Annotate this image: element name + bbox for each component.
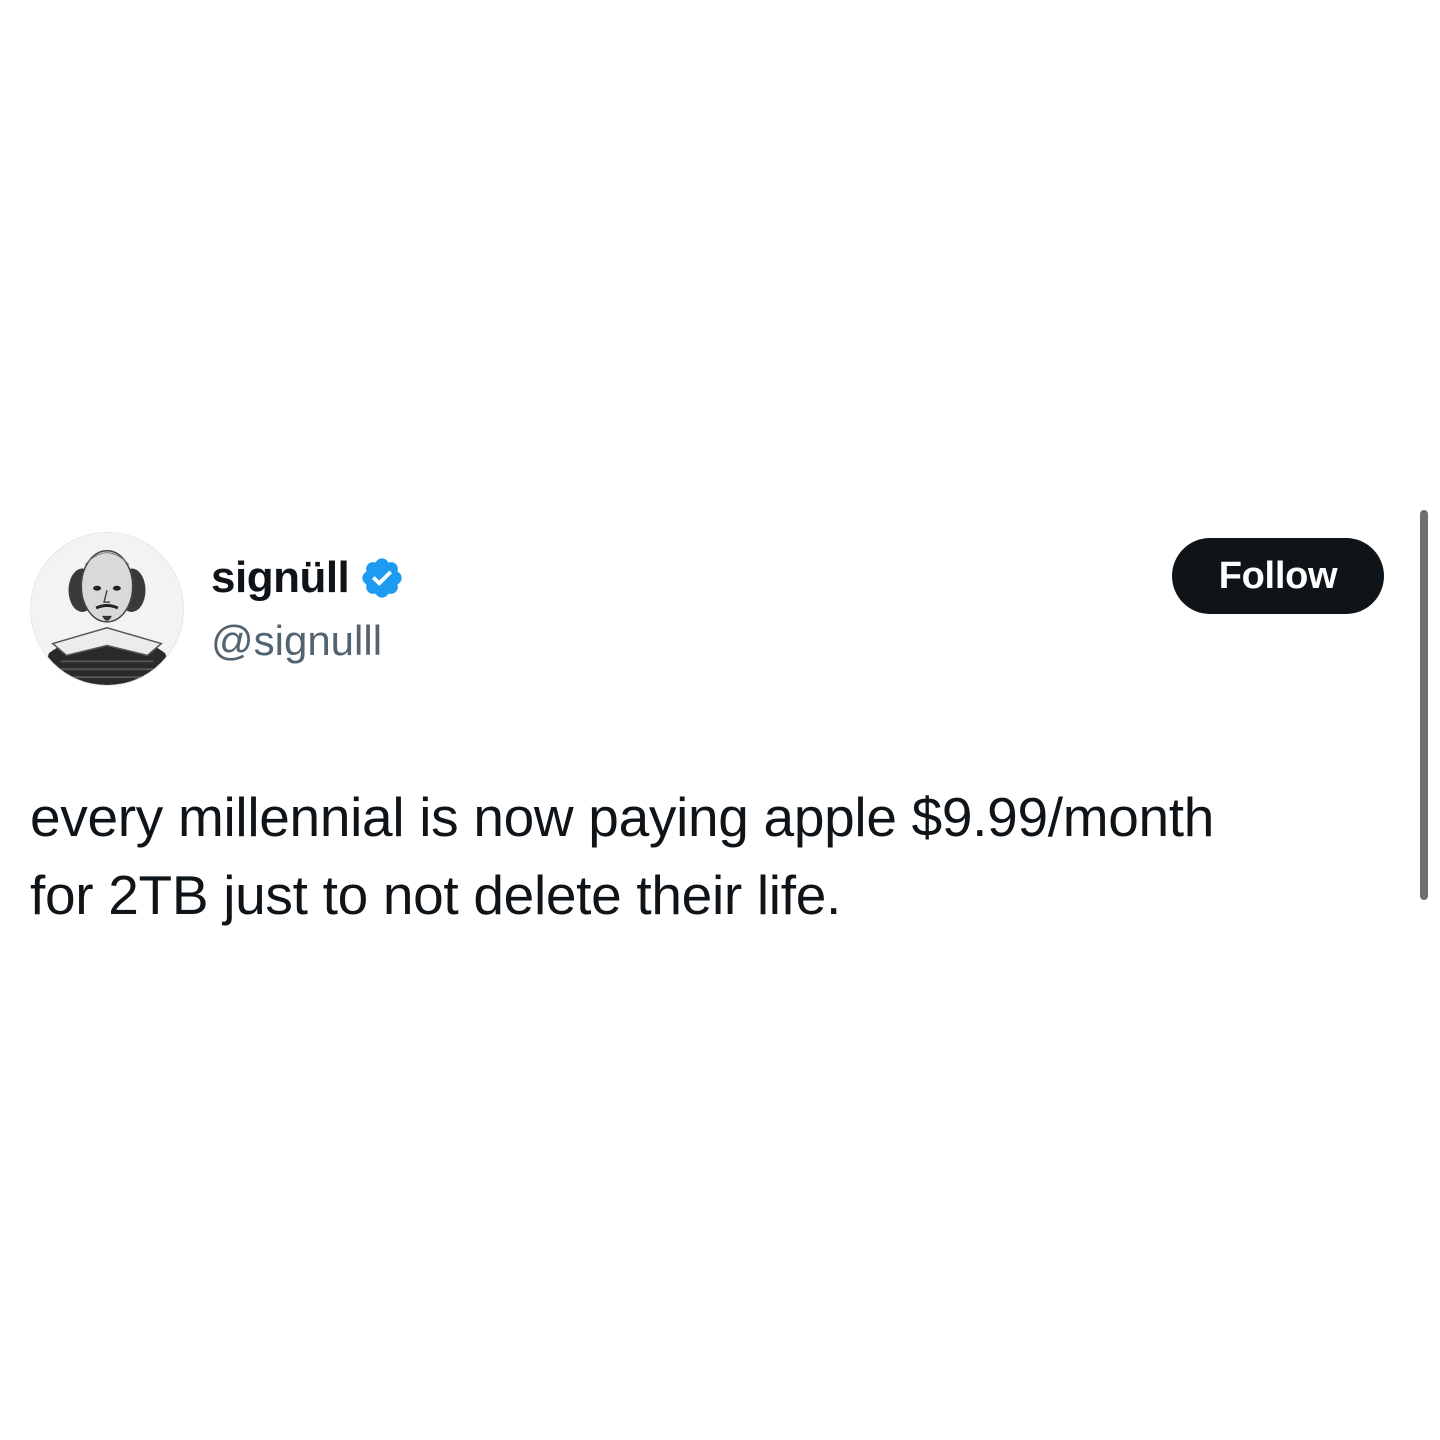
author-handle[interactable]: @signulll bbox=[211, 617, 382, 664]
tweet-text-line-2: for 2TB just to not delete their life. bbox=[30, 864, 841, 926]
tweet-card: signüll @signulll Follow every millennia… bbox=[0, 0, 1440, 1440]
scrollbar[interactable] bbox=[1420, 510, 1428, 900]
tweet-body: every millennial is now paying apple $9.… bbox=[30, 778, 1400, 934]
engraved-portrait-icon bbox=[31, 533, 183, 685]
tweet-text-line-1: every millennial is now paying apple $9.… bbox=[30, 786, 1215, 848]
display-name[interactable]: signüll bbox=[211, 556, 350, 600]
follow-button[interactable]: Follow bbox=[1172, 538, 1384, 614]
avatar[interactable] bbox=[30, 532, 184, 686]
author-name-row[interactable]: signüll bbox=[211, 548, 405, 608]
verified-badge-icon[interactable] bbox=[359, 555, 405, 601]
